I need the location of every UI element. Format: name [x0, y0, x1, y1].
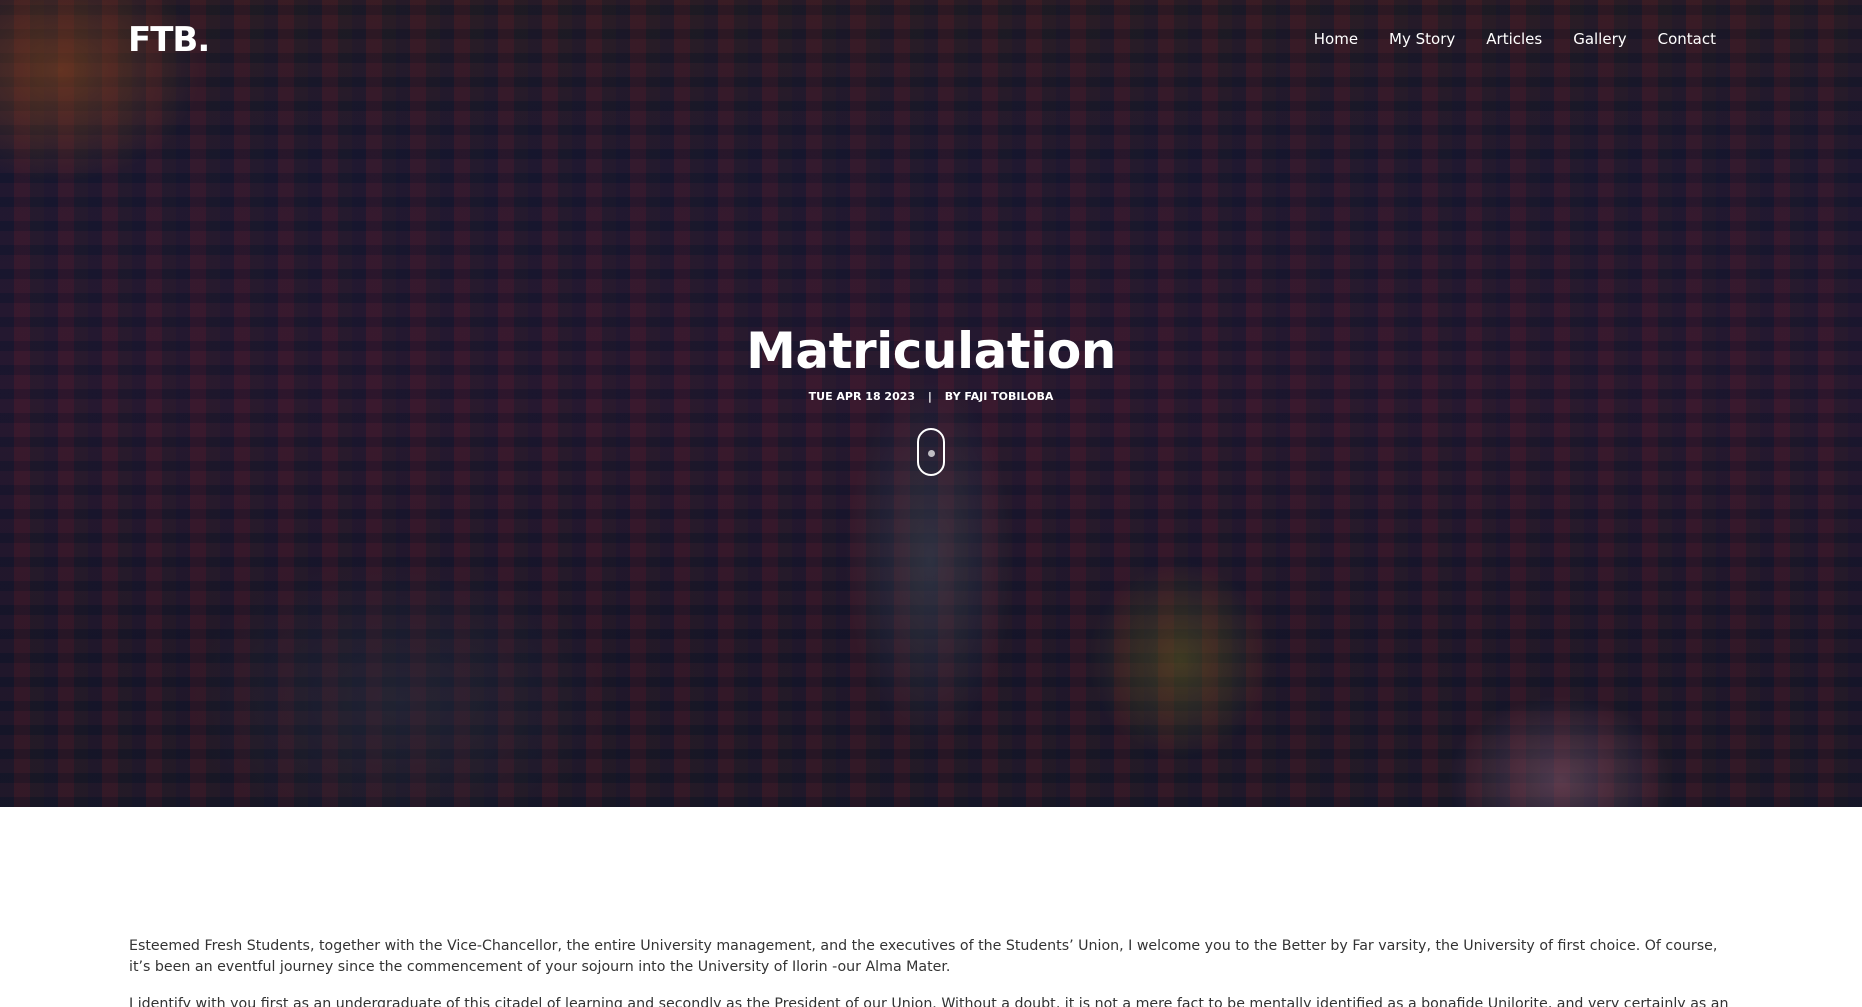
article-body: Esteemed Fresh Students, together with t…: [129, 936, 1733, 1007]
nav-articles[interactable]: Articles: [1486, 30, 1542, 48]
scroll-down-icon[interactable]: [917, 428, 945, 476]
article-paragraph: Esteemed Fresh Students, together with t…: [129, 938, 1718, 975]
hero-banner: FTB. Home My Story Articles Gallery Cont…: [0, 0, 1862, 807]
nav-contact[interactable]: Contact: [1658, 30, 1716, 48]
article-paragraph: I identify with you first as an undergra…: [129, 996, 1729, 1007]
meta-separator: |: [927, 390, 932, 403]
post-author: BY FAJI TOBILOBA: [944, 390, 1054, 403]
post-meta: TUE APR 18 2023 | BY FAJI TOBILOBA: [0, 390, 1862, 403]
site-logo[interactable]: FTB.: [128, 20, 210, 60]
scroll-dot-icon: [928, 450, 935, 457]
page-title: Matriculation: [746, 322, 1116, 380]
post-date: TUE APR 18 2023: [808, 390, 916, 403]
nav-my-story[interactable]: My Story: [1389, 30, 1455, 48]
main-nav: Home My Story Articles Gallery Contact: [1314, 30, 1716, 48]
nav-home[interactable]: Home: [1314, 30, 1358, 48]
nav-gallery[interactable]: Gallery: [1573, 30, 1626, 48]
